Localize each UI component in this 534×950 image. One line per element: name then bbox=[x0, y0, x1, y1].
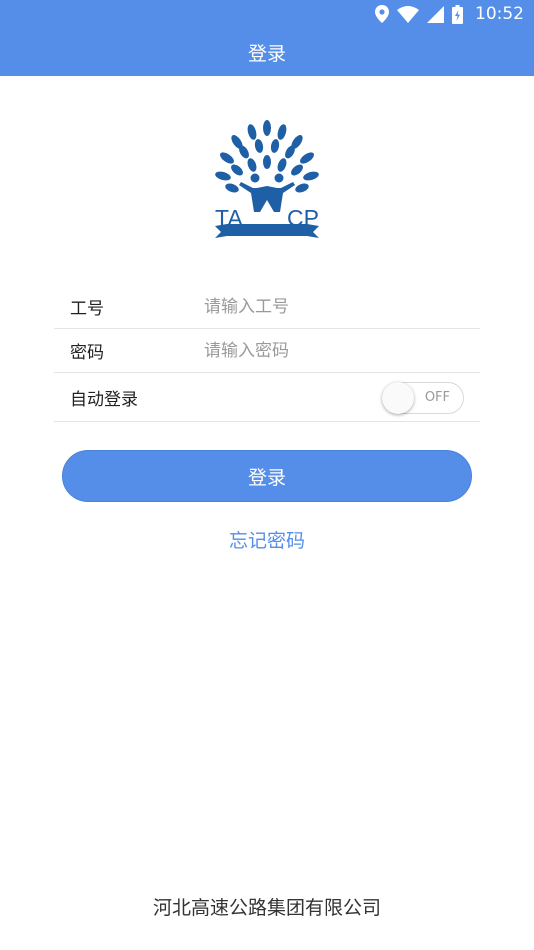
auto-login-toggle[interactable]: OFF bbox=[382, 382, 464, 414]
forgot-password-link[interactable]: 忘记密码 bbox=[0, 526, 534, 553]
status-bar: 10:52 bbox=[0, 0, 534, 28]
employee-id-input[interactable] bbox=[204, 296, 464, 317]
password-label: 密码 bbox=[70, 343, 104, 363]
wifi-icon bbox=[397, 5, 419, 23]
toggle-state-text: OFF bbox=[424, 390, 450, 405]
page-title: 登录 bbox=[247, 42, 286, 65]
signal-icon bbox=[427, 5, 444, 23]
auto-login-label: 自动登录 bbox=[70, 390, 138, 410]
login-button[interactable]: 登录 bbox=[62, 450, 472, 502]
login-screen: 10:52 登录 TA CP 工号 请输入工号 密码 自动登录 OFF 登录 忘… bbox=[0, 0, 534, 950]
location-icon bbox=[375, 5, 389, 23]
logo-text-right: CP bbox=[287, 205, 319, 231]
status-time: 10:52 bbox=[475, 4, 524, 24]
employee-id-row: 工号 bbox=[54, 285, 480, 329]
app-bar: 登录 bbox=[0, 28, 534, 76]
employee-id-label: 工号 bbox=[70, 299, 104, 319]
password-row: 密码 bbox=[54, 329, 480, 373]
toggle-knob bbox=[382, 382, 414, 414]
battery-icon bbox=[452, 4, 463, 24]
footer-company-name: 河北高速公路集团有限公司 bbox=[152, 897, 381, 919]
auto-login-row: 自动登录 OFF bbox=[54, 374, 480, 422]
password-input[interactable] bbox=[204, 340, 464, 361]
company-logo: TA CP bbox=[207, 120, 327, 242]
logo-text-left: TA bbox=[215, 205, 243, 231]
